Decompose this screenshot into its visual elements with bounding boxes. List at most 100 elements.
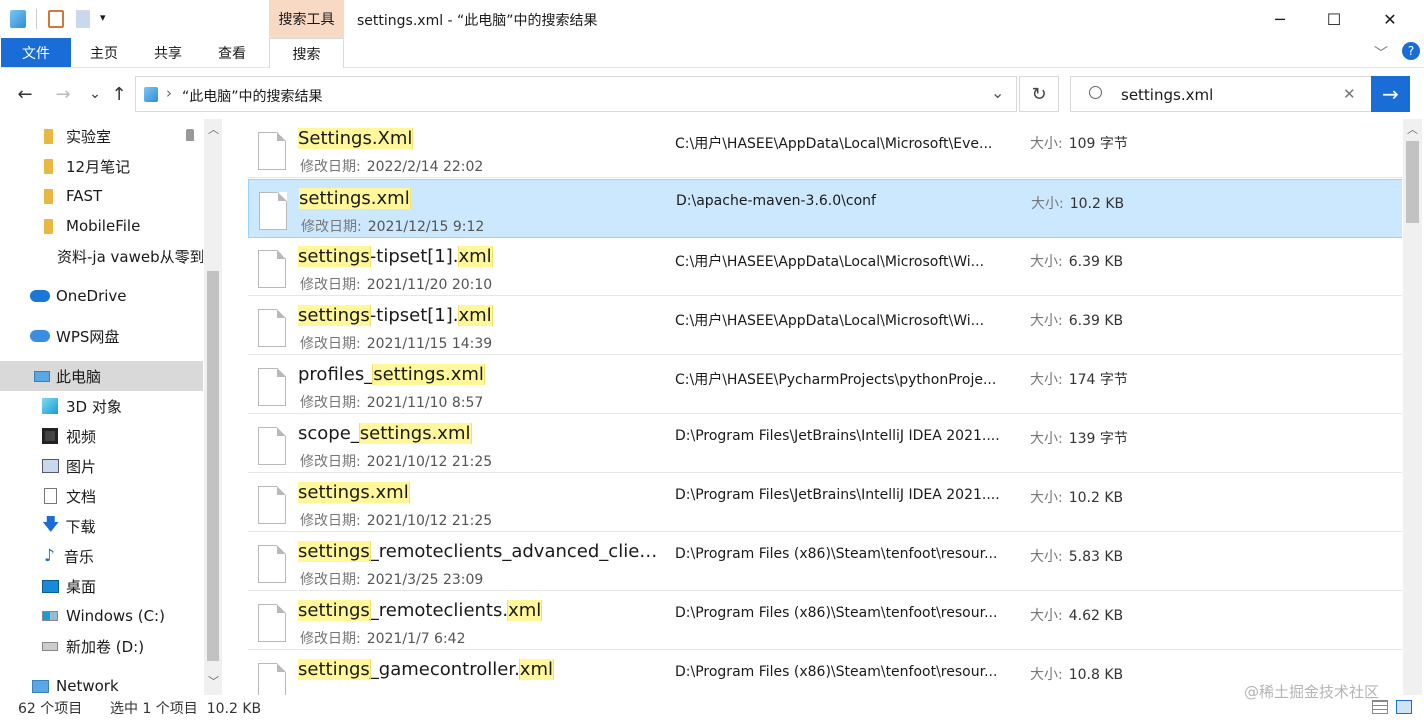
search-match-highlight: settings.xml (358, 423, 472, 444)
navigation-scrollbar-thumb[interactable] (207, 271, 219, 661)
modified-date-value: 2022/2/14 22:02 (366, 159, 484, 175)
file-name[interactable]: settings.xml (299, 188, 659, 209)
address-bar[interactable]: › “此电脑”中的搜索结果 ⌄ (135, 76, 1017, 112)
explorer-app-icon[interactable] (10, 10, 26, 28)
folder-icon (44, 158, 53, 174)
sidebar-item-drive-d[interactable]: 新加卷 (D:) (0, 631, 203, 661)
navigation-pane: 实验室 12月笔记 FAST MobileFile 资料-ja vaweb从零到… (0, 119, 222, 695)
sidebar-item-pictures[interactable]: 图片 (0, 451, 203, 481)
file-row[interactable]: settings.xml 修改日期: 2021/10/12 21:25 D:\Prog… (248, 474, 1402, 532)
clear-search-button[interactable]: ✕ (1343, 85, 1356, 103)
modified-date-label: 修改日期: (300, 277, 361, 293)
file-row[interactable]: scope_settings.xml 修改日期: 2021/10/12 21:25 D… (248, 415, 1402, 473)
sidebar-item-javaweb[interactable]: 资料-ja vaweb从零到 (0, 241, 203, 271)
minimize-button[interactable]: ─ (1254, 0, 1306, 38)
file-name[interactable]: profiles_settings.xml (298, 364, 658, 385)
back-button[interactable]: ← (12, 80, 38, 108)
file-name[interactable]: settings_remoteclients.xml (298, 600, 658, 621)
sidebar-item-downloads[interactable]: 🡇 下载 (0, 511, 203, 541)
sidebar-item-videos[interactable]: 视频 (0, 421, 203, 451)
sidebar-item-label: 桌面 (66, 577, 97, 596)
pin-icon[interactable] (186, 129, 194, 141)
maximize-button[interactable]: ☐ (1308, 0, 1360, 38)
scroll-down-icon[interactable]: ﹀ (208, 673, 219, 689)
search-match-highlight: settings.xml (298, 482, 410, 503)
file-row[interactable]: settings_remoteclients.xml 修改日期: 2021/1/7 … (248, 592, 1402, 650)
folder-icon (44, 128, 53, 144)
file-row[interactable]: settings-tipset[1].xml 修改日期: 2021/11/20 20… (248, 238, 1402, 296)
forward-button[interactable]: → (50, 80, 76, 108)
customize-toolbar-icon[interactable]: ▾ (100, 11, 106, 24)
up-button[interactable]: ↑ (106, 80, 132, 108)
tiles-view-icon[interactable] (1396, 700, 1412, 714)
modified-date-value: 2021/10/12 21:25 (366, 454, 493, 470)
sidebar-item-this-pc[interactable]: 此电脑 (0, 361, 203, 391)
results-scrollbar[interactable]: ︿ (1403, 119, 1422, 695)
file-name[interactable]: settings_gamecontroller.xml (298, 659, 658, 680)
file-name[interactable]: settings-tipset[1].xml (298, 305, 658, 326)
sidebar-item-lab[interactable]: 实验室 (0, 121, 203, 151)
file-name[interactable]: Settings.Xml (298, 128, 658, 149)
recent-locations-button[interactable]: ⌄ (82, 80, 108, 108)
search-match-highlight: xml (518, 659, 554, 680)
sidebar-item-desktop[interactable]: 桌面 (0, 571, 203, 601)
sidebar-item-fast[interactable]: FAST (0, 181, 203, 211)
sidebar-item-music[interactable]: ♪ 音乐 (0, 541, 203, 571)
file-size-value: 139 字节 (1068, 431, 1128, 447)
breadcrumb[interactable]: “此电脑”中的搜索结果 (182, 86, 323, 106)
properties-icon[interactable] (48, 10, 64, 28)
file-row[interactable]: profiles_settings.xml 修改日期: 2021/11/10 8:5… (248, 356, 1402, 414)
details-view-icon[interactable] (1372, 700, 1388, 714)
file-row[interactable]: settings_remoteclients_advanced_client..… (248, 533, 1402, 591)
file-name[interactable]: settings_remoteclients_advanced_client..… (298, 541, 658, 562)
tab-share[interactable]: 共享 (142, 38, 194, 67)
tab-home[interactable]: 主页 (78, 38, 130, 67)
sidebar-item-network[interactable]: Network (0, 671, 203, 695)
sidebar-item-mobilefile[interactable]: MobileFile (0, 211, 203, 241)
selection-info: 选中 1 个项目 10.2 KB (110, 701, 262, 717)
modified-date-value: 2021/11/10 8:57 (366, 395, 484, 411)
download-icon: 🡇 (42, 514, 60, 535)
help-icon[interactable]: ? (1402, 42, 1420, 60)
sidebar-item-wps-cloud[interactable]: WPS网盘 (0, 321, 203, 351)
file-icon (258, 427, 286, 465)
sidebar-item-3d-objects[interactable]: 3D 对象 (0, 391, 203, 421)
results-scrollbar-thumb[interactable] (1406, 141, 1419, 223)
file-row[interactable]: settings.xml 修改日期: 2021/12/15 9:12 D:\apach… (248, 179, 1402, 238)
sidebar-item-drive-c[interactable]: Windows (C:) (0, 601, 203, 631)
scroll-up-icon[interactable]: ︿ (1407, 121, 1418, 137)
file-path: D:\Program Files\JetBrains\IntelliJ IDEA… (675, 428, 1000, 444)
file-row[interactable]: settings_gamecontroller.xml D:\Program Fi… (248, 651, 1402, 695)
navigation-scrollbar[interactable]: ︿ ﹀ (204, 119, 222, 695)
tab-view[interactable]: 查看 (206, 38, 258, 67)
sidebar-item-documents[interactable]: 文档 (0, 481, 203, 511)
file-name[interactable]: scope_settings.xml (298, 423, 658, 444)
modified-date-label: 修改日期: (300, 572, 361, 588)
drive-icon (42, 611, 58, 621)
breadcrumb-separator[interactable]: › (166, 84, 172, 102)
search-box[interactable]: settings.xml ✕ (1070, 76, 1372, 112)
modified-date: 修改日期: 2021/12/15 9:12 (301, 216, 484, 236)
sidebar-item-december-notes[interactable]: 12月笔记 (0, 151, 203, 181)
video-icon (42, 428, 58, 444)
new-folder-icon[interactable] (76, 10, 90, 28)
window-title: settings.xml - “此电脑”中的搜索结果 (357, 13, 598, 29)
tab-file[interactable]: 文件 (1, 38, 71, 67)
file-name[interactable]: settings.xml (298, 482, 658, 503)
tab-search[interactable]: 搜索 (269, 38, 344, 68)
search-match-highlight: settings (298, 541, 371, 562)
scroll-up-icon[interactable]: ︿ (208, 121, 219, 137)
file-name[interactable]: settings-tipset[1].xml (298, 246, 658, 267)
sidebar-item-onedrive[interactable]: OneDrive (0, 281, 203, 311)
search-go-button[interactable]: → (1371, 76, 1410, 112)
file-path: C:\用户\HASEE\AppData\Local\Microsoft\Wi..… (675, 254, 985, 270)
computer-icon (34, 370, 50, 382)
search-match-highlight: xml (507, 600, 543, 621)
address-dropdown-icon[interactable]: ⌄ (991, 83, 1004, 102)
search-input[interactable]: settings.xml (1121, 86, 1213, 104)
refresh-button[interactable]: ↻ (1019, 76, 1059, 112)
file-row[interactable]: Settings.Xml 修改日期: 2022/2/14 22:02 C:\用户\HA… (248, 120, 1402, 178)
close-button[interactable]: ✕ (1364, 0, 1416, 38)
file-row[interactable]: settings-tipset[1].xml 修改日期: 2021/11/15 14… (248, 297, 1402, 355)
expand-ribbon-icon[interactable]: ﹀ (1374, 43, 1388, 63)
